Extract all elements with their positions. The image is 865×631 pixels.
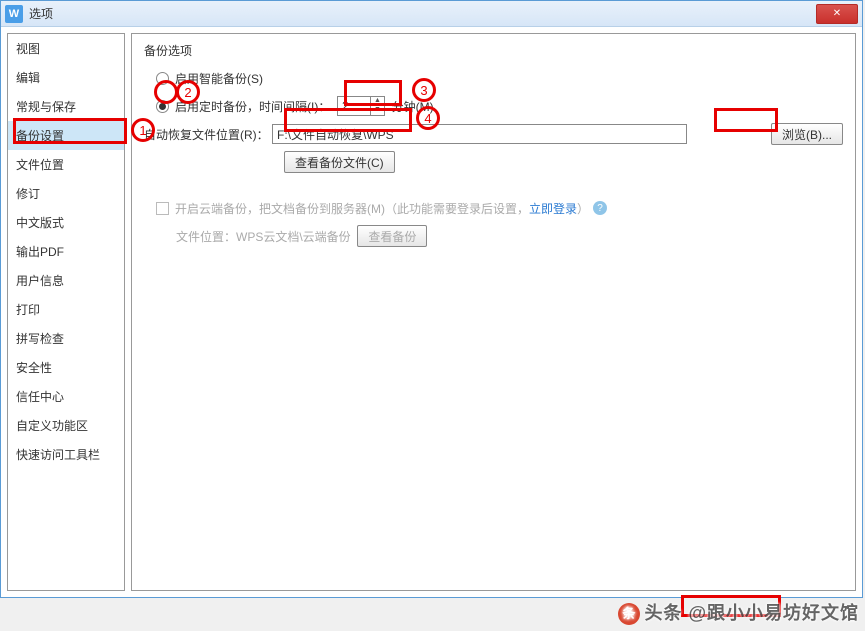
sidebar-item-backup-settings[interactable]: 备份设置 <box>8 121 124 150</box>
sidebar-item-trust-center[interactable]: 信任中心 <box>8 382 124 411</box>
main-panel: 备份选项 启用智能备份(S) 启用定时备份，时间间隔(I)： 2 ▲ ▼ 分钟(… <box>131 33 856 591</box>
cloud-backup-tail: ） <box>577 200 589 217</box>
interval-spinner[interactable]: 2 ▲ ▼ <box>337 96 385 116</box>
smart-backup-radio[interactable] <box>156 72 169 85</box>
watermark-text: 头条 @跟小小易坊好文馆 <box>644 603 859 623</box>
interval-value: 2 <box>338 99 370 113</box>
sidebar-item-edit[interactable]: 编辑 <box>8 63 124 92</box>
sidebar-item-quick-access[interactable]: 快速访问工具栏 <box>8 440 124 469</box>
cloud-path-label: 文件位置： <box>176 228 236 245</box>
close-button[interactable]: ✕ <box>816 4 858 24</box>
view-backup-files-button[interactable]: 查看备份文件(C) <box>284 151 395 173</box>
sidebar-item-view[interactable]: 视图 <box>8 34 124 63</box>
sidebar-item-general-save[interactable]: 常规与保存 <box>8 92 124 121</box>
login-link[interactable]: 立即登录 <box>529 200 577 217</box>
cloud-backup-checkbox[interactable] <box>156 202 169 215</box>
sidebar-item-revision[interactable]: 修订 <box>8 179 124 208</box>
recover-path-label: 自动恢复文件位置(R)： <box>144 126 269 143</box>
watermark: 条头条 @跟小小易坊好文馆 <box>618 599 859 625</box>
sidebar-item-user-info[interactable]: 用户信息 <box>8 266 124 295</box>
sidebar-item-spellcheck[interactable]: 拼写检查 <box>8 324 124 353</box>
cloud-path-value: WPS云文档\云端备份 <box>236 228 351 245</box>
timed-backup-radio[interactable] <box>156 100 169 113</box>
timed-backup-label: 启用定时备份，时间间隔(I)： <box>175 98 330 115</box>
recover-path-input[interactable]: F:\文件自动恢复\WPS <box>272 124 687 144</box>
app-logo: W <box>5 5 23 23</box>
sidebar-item-print[interactable]: 打印 <box>8 295 124 324</box>
cloud-backup-text: 开启云端备份，把文档备份到服务器(M)（此功能需要登录后设置， <box>175 200 529 217</box>
browse-button[interactable]: 浏览(B)... <box>771 123 843 145</box>
spinner-up-icon[interactable]: ▲ <box>371 97 384 106</box>
sidebar-item-customize-ribbon[interactable]: 自定义功能区 <box>8 411 124 440</box>
dialog-title: 选项 <box>29 5 816 22</box>
sidebar-item-chinese-typeset[interactable]: 中文版式 <box>8 208 124 237</box>
watermark-logo-icon: 条 <box>618 603 640 625</box>
interval-unit: 分钟(M) <box>392 98 434 115</box>
smart-backup-label: 启用智能备份(S) <box>175 70 263 87</box>
help-icon[interactable]: ? <box>593 201 607 215</box>
sidebar: 视图 编辑 常规与保存 备份设置 文件位置 修订 中文版式 输出PDF 用户信息… <box>7 33 125 591</box>
sidebar-item-file-location[interactable]: 文件位置 <box>8 150 124 179</box>
sidebar-item-security[interactable]: 安全性 <box>8 353 124 382</box>
section-title-backup: 备份选项 <box>144 42 843 59</box>
spinner-down-icon[interactable]: ▼ <box>371 106 384 115</box>
close-icon: ✕ <box>833 8 841 19</box>
titlebar: W 选项 ✕ <box>1 1 862 27</box>
view-cloud-backup-button[interactable]: 查看备份 <box>357 225 427 247</box>
sidebar-item-output-pdf[interactable]: 输出PDF <box>8 237 124 266</box>
